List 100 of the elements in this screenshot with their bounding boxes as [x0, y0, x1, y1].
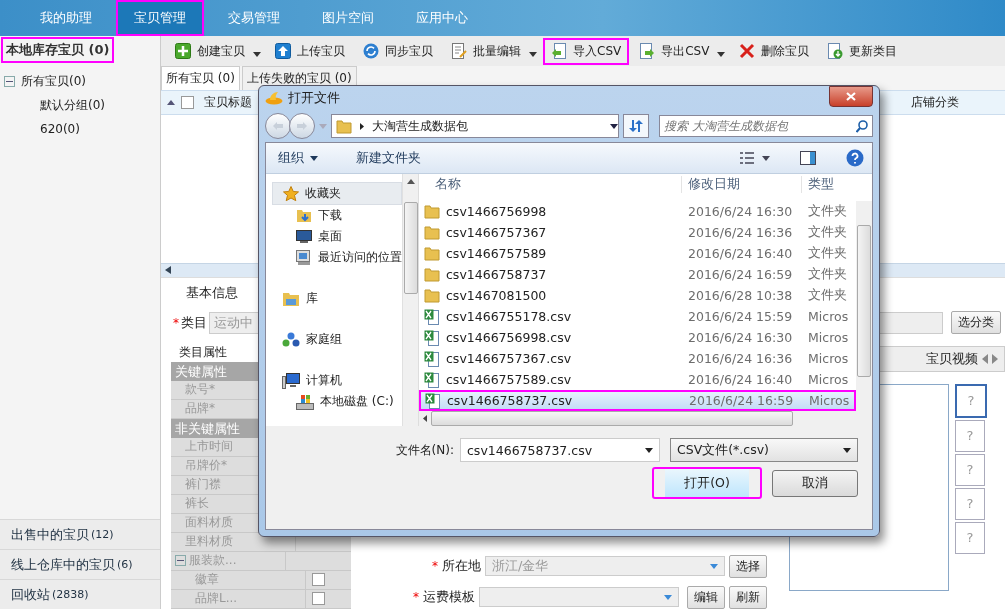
column-header[interactable]: 名称 — [419, 175, 681, 193]
file-type-dropdown[interactable]: CSV文件(*.csv) — [670, 438, 858, 462]
file-date: 2016/6/24 16:40 — [687, 246, 794, 261]
help-icon[interactable] — [846, 149, 864, 167]
disk-drive-icon — [296, 393, 314, 410]
nav-tab[interactable]: 宝贝管理 — [116, 0, 204, 36]
toolbar-button[interactable]: 创建宝贝 — [167, 37, 253, 65]
toolbar-button[interactable]: 上传宝贝 — [267, 37, 353, 65]
scroll-up-icon[interactable] — [406, 179, 415, 184]
column-header[interactable]: 类型 — [801, 175, 856, 193]
folder-icon — [424, 288, 440, 303]
toolbar-button[interactable]: 导出CSV — [631, 37, 718, 65]
form-button[interactable]: 编辑 — [687, 586, 725, 609]
media-tab[interactable]: 宝贝视频 — [926, 350, 978, 368]
close-button[interactable] — [829, 86, 873, 107]
view-list-icon[interactable] — [740, 152, 754, 164]
nav-pane-item[interactable]: 下载 — [266, 205, 402, 226]
file-name: csv1466757367 — [446, 225, 547, 240]
column-header[interactable]: 宝贝标题 — [204, 94, 252, 112]
column-header[interactable]: 修改日期 — [681, 175, 801, 193]
file-type: 文件夹 — [807, 287, 848, 304]
tree-item[interactable]: 620(0) — [40, 122, 80, 136]
scroll-left-icon[interactable] — [423, 415, 427, 422]
file-name: csv1466756998 — [446, 204, 547, 219]
tree-item[interactable]: 默认分组(0) — [40, 96, 105, 114]
toolbar-button[interactable]: 更新类目 — [819, 37, 906, 65]
checkbox[interactable] — [181, 96, 194, 110]
address-bar[interactable]: 大淘营生成数据包 — [331, 114, 619, 138]
tree-item[interactable]: 所有宝贝(0) — [21, 72, 86, 90]
choose-category-button[interactable]: 选分类 — [951, 311, 1001, 335]
caret-icon — [710, 564, 718, 569]
tab[interactable]: 所有宝贝 (0) — [161, 66, 240, 91]
spreadsheet-file-icon — [424, 308, 440, 325]
form-tab[interactable]: 基本信息 — [186, 284, 238, 302]
checkbox[interactable] — [312, 592, 325, 606]
folder-icon — [424, 225, 440, 240]
sidebar-section[interactable]: 回收站(2838) — [0, 579, 160, 609]
folder-icon — [336, 118, 352, 134]
new-folder-button[interactable]: 新建文件夹 — [352, 146, 425, 170]
right-arrow-icon[interactable] — [992, 354, 998, 364]
file-row[interactable]: csv1466756998 2016/6/24 16:30 文件夹 — [419, 201, 856, 222]
file-date: 2016/6/28 10:38 — [687, 288, 794, 303]
spreadsheet-file-icon — [424, 371, 440, 388]
collapse-icon[interactable] — [4, 75, 15, 87]
dialog-button[interactable]: 取消 — [772, 470, 858, 497]
file-row[interactable]: csv1466757367 2016/6/24 16:36 文件夹 — [419, 222, 856, 243]
file-row[interactable]: csv1466758737.csv 2016/6/24 16:59 Micros — [419, 390, 856, 411]
file-type: Micros — [807, 372, 850, 387]
collapse-icon[interactable] — [175, 555, 186, 567]
nav-pane-item[interactable]: 收藏夹 — [272, 182, 402, 205]
file-date: 2016/6/24 16:59 — [688, 393, 795, 408]
select-button[interactable]: 选择 — [729, 555, 767, 578]
toolbar-button[interactable]: 导入CSV — [543, 37, 630, 65]
caret-icon — [762, 155, 770, 161]
file-date: 2016/6/24 16:36 — [687, 225, 794, 240]
column-header[interactable]: 店铺分类 — [911, 94, 959, 112]
nav-pane-item[interactable]: 家庭组 — [266, 329, 402, 350]
file-date: 2016/6/24 16:59 — [687, 267, 794, 282]
required-mark: * — [173, 316, 179, 330]
caret-icon — [717, 52, 726, 58]
caret-icon — [645, 447, 653, 453]
sidebar-section[interactable]: 出售中的宝贝(12) — [0, 519, 160, 549]
back-button[interactable] — [265, 113, 291, 139]
scroll-left-icon[interactable] — [165, 266, 171, 275]
left-arrow-icon[interactable] — [982, 354, 988, 364]
file-row[interactable]: csv1466757589.csv 2016/6/24 16:40 Micros — [419, 369, 856, 390]
file-row[interactable]: csv1466758737 2016/6/24 16:59 文件夹 — [419, 264, 856, 285]
nav-pane-item[interactable]: 最近访问的位置 — [266, 247, 402, 268]
nav-pane-item[interactable]: 桌面 — [266, 226, 402, 247]
file-type: 文件夹 — [807, 224, 848, 241]
file-row[interactable]: csv1467081500 2016/6/28 10:38 文件夹 — [419, 285, 856, 306]
refresh-button[interactable] — [623, 114, 649, 138]
document-edit-icon — [451, 43, 467, 60]
file-row[interactable]: csv1466755178.csv 2016/6/24 15:59 Micros — [419, 306, 856, 327]
file-name: csv1466757589 — [446, 246, 547, 261]
search-field[interactable]: 搜索 大淘营生成数据包 — [659, 115, 873, 137]
file-row[interactable]: csv1466756998.csv 2016/6/24 16:30 Micros — [419, 327, 856, 348]
file-type: Micros — [808, 393, 851, 408]
toolbar-button[interactable]: 批量编辑 — [443, 37, 529, 65]
form-button[interactable]: 刷新 — [729, 586, 767, 609]
cross-icon — [739, 43, 756, 60]
forward-button[interactable] — [289, 113, 315, 139]
file-row[interactable]: csv1466757589 2016/6/24 16:40 文件夹 — [419, 243, 856, 264]
toolbar-button[interactable]: 同步宝贝 — [355, 37, 441, 65]
caret-icon — [843, 447, 851, 453]
file-row[interactable]: csv1466757367.csv 2016/6/24 16:36 Micros — [419, 348, 856, 369]
sort-arrow-icon[interactable] — [167, 100, 175, 106]
nav-pane-item[interactable]: 库 — [266, 288, 402, 309]
desktop-icon — [296, 229, 312, 244]
sidebar-section[interactable]: 线上仓库中的宝贝(6) — [0, 549, 160, 579]
field-label: 类目 — [181, 314, 207, 332]
checkbox[interactable] — [312, 573, 325, 587]
dialog-button[interactable]: 打开(O) — [652, 467, 762, 499]
refresh-arrows-icon — [629, 120, 643, 132]
field-label: 所在地 — [442, 557, 481, 576]
organize-menu[interactable]: 组织 — [274, 146, 322, 170]
toolbar-button[interactable]: 删除宝贝 — [731, 37, 818, 65]
document-download-icon — [827, 43, 844, 60]
filename-field[interactable]: csv1466758737.csv — [460, 438, 660, 462]
preview-pane-icon[interactable] — [800, 151, 816, 165]
